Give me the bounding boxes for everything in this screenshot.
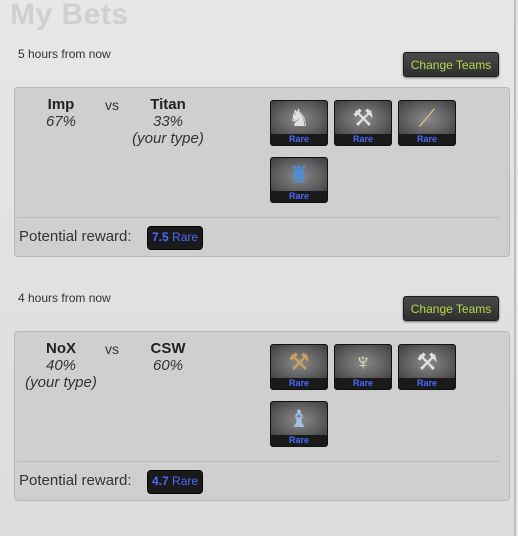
item-rarity: Rare (271, 435, 327, 446)
axe-icon: ⚒ (416, 349, 438, 376)
item-slot[interactable]: ♜ Rare (270, 157, 328, 203)
item-rarity: Rare (335, 378, 391, 389)
team-name: Imp (47, 96, 75, 113)
reward-badge: 4.7 Rare (147, 470, 204, 494)
item-slot[interactable]: ⚒ Rare (334, 100, 392, 146)
item-rarity: Rare (271, 134, 327, 145)
hooded-figure-icon: ♝ (288, 406, 310, 433)
reward-value: 7.5 (152, 230, 169, 244)
reward-label: Potential reward: (19, 228, 132, 245)
reward-rarity: Rare (172, 230, 199, 244)
item-rarity: Rare (399, 134, 455, 145)
item-slot[interactable]: ⚒ Rare (398, 344, 456, 390)
item-slot[interactable]: ♝ Rare (270, 401, 328, 447)
team-left: Imp 67% (1, 96, 121, 130)
team-name: NoX (46, 340, 76, 357)
team-right: Titan 33% (your type) (108, 96, 228, 147)
team-percent: 67% (45, 113, 77, 130)
item-rarity: Rare (335, 134, 391, 145)
axe-icon: ⚒ (352, 105, 374, 132)
bet-panel: Imp 67% vs Titan 33% (your type) ♞ Rare … (14, 87, 510, 257)
reward-label: Potential reward: (19, 472, 132, 489)
item-slot[interactable]: ♞ Rare (270, 100, 328, 146)
scythe-icon: ⟋ (418, 105, 436, 132)
change-teams-button[interactable]: Change Teams (403, 52, 499, 77)
reward-value: 4.7 (152, 474, 169, 488)
page-title: My Bets (10, 0, 129, 31)
change-teams-button[interactable]: Change Teams (403, 296, 499, 321)
team-percent: 33% (152, 113, 184, 130)
blue-armor-icon: ♜ (288, 162, 310, 189)
team-right: CSW 60% (108, 340, 228, 374)
hero-figure-icon: ♞ (288, 105, 310, 132)
my-bets-page: My Bets 5 hours from now Change Teams Im… (0, 0, 516, 536)
item-rarity: Rare (271, 191, 327, 202)
reward-badge: 7.5 Rare (147, 226, 204, 250)
item-rarity: Rare (271, 378, 327, 389)
your-type-note: (your type) (132, 130, 204, 147)
team-name: Titan (150, 96, 186, 113)
item-slot[interactable]: ♆ Rare (334, 344, 392, 390)
divider (17, 461, 499, 462)
team-left: NoX 40% (your type) (1, 340, 121, 391)
item-rarity: Rare (399, 378, 455, 389)
team-percent: 60% (152, 357, 184, 374)
helmet-icon: ♆ (354, 349, 372, 376)
reward-rarity: Rare (172, 474, 199, 488)
hammer-icon: ⚒ (288, 349, 310, 376)
bet-time: 4 hours from now (18, 291, 111, 305)
team-name: CSW (150, 340, 186, 357)
your-type-note: (your type) (25, 374, 97, 391)
bet-panel: NoX 40% (your type) vs CSW 60% ⚒ Rare ♆ … (14, 331, 510, 501)
team-percent: 40% (45, 357, 77, 374)
divider (17, 217, 499, 218)
item-slot[interactable]: ⟋ Rare (398, 100, 456, 146)
bet-time: 5 hours from now (18, 47, 111, 61)
item-slot[interactable]: ⚒ Rare (270, 344, 328, 390)
